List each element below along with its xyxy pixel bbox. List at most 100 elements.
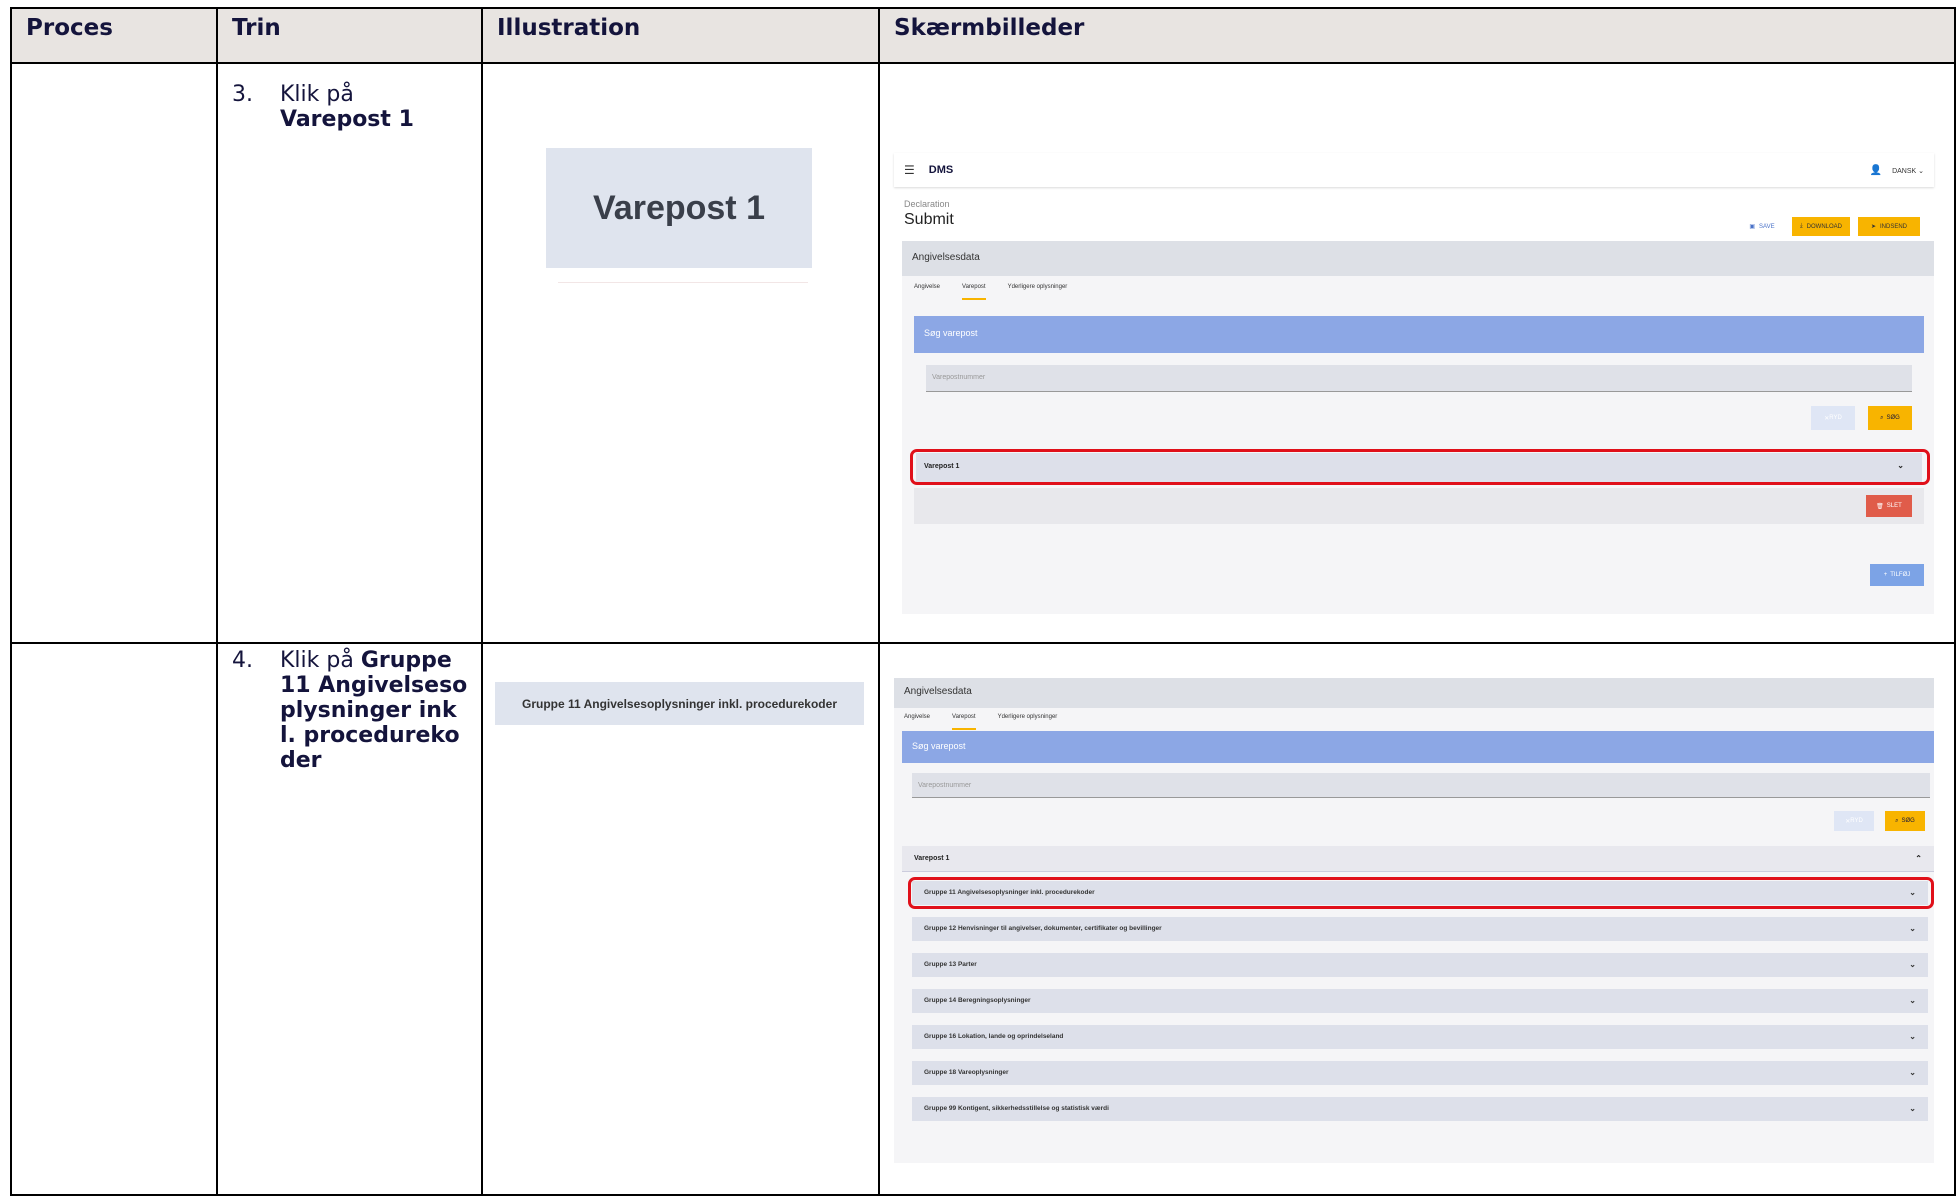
trin-cell: 4. Klik på Gruppe 11 Angivelsesoplysning… [216,642,483,1196]
download-label: DOWNLOAD [1806,223,1842,230]
page-title: Submit [904,211,954,228]
add-label: TILFØJ [1890,572,1911,578]
language-label: DANSK [1892,167,1917,175]
trash-icon: 🗑 [1876,503,1884,510]
tab-varepost[interactable]: Varepost [962,284,986,300]
varepost-number-input[interactable]: Varepostnummer [926,365,1912,392]
search-label: SØG [1886,415,1900,421]
group-item[interactable]: Gruppe 13 Parter ⌄ [912,953,1928,977]
chevron-down-icon: ⌄ [1909,1032,1916,1041]
user-icon: 👤 [1869,164,1883,176]
chevron-down-icon: ⌄ [1909,960,1916,969]
proces-cell [10,62,218,644]
section-header: Angivelsesdata [902,241,1934,276]
search-varepost-header: Søg varepost [914,316,1924,353]
group-label: Gruppe 13 Parter [924,961,977,968]
header-skaermbilleder: Skærmbilleder [878,7,1956,64]
clear-label: RYD [1850,818,1863,824]
table-row: 4. Klik på Gruppe 11 Angivelsesoplysning… [10,642,1956,1196]
send-icon: ➤ [1870,224,1876,230]
highlight-box [910,449,1930,485]
varepost-item-expanded[interactable]: Varepost 1 ⌃ [902,846,1934,872]
app-topbar: ☰ DMS 👤 DANSK ⌄ [894,153,1934,187]
search-icon: ⌕ [1895,817,1899,824]
search-icon: ⌕ [1880,414,1884,421]
screenshot-dms-varepost: ☰ DMS 👤 DANSK ⌄ Declaration Submit ▣ SAVE … [894,153,1934,616]
group-label: Gruppe 16 Lokation, lande og oprindelsel… [924,1033,1064,1040]
clear-button[interactable]: ✕ RYD [1811,406,1855,430]
screenshot-cell: ☰ DMS 👤 DANSK ⌄ Declaration Submit ▣ SAVE … [878,62,1956,644]
illustration-varepost: Varepost 1 [546,148,812,268]
tab-varepost[interactable]: Varepost [952,714,976,730]
instruction-table: Proces Trin Illustration Skærmbilleder 3… [10,7,1956,1196]
varepost-label: Varepost 1 [914,855,950,862]
save-icon: ▣ [1749,224,1756,230]
screenshot-cell: Angivelsesdata Angivelse Varepost Yderli… [878,642,1956,1196]
step-instruction: 3. Klik på Varepost 1 [218,64,481,132]
group-item[interactable]: Gruppe 14 Beregningsoplysninger ⌄ [912,989,1928,1013]
screenshot-dms-groups: Angivelsesdata Angivelse Varepost Yderli… [894,678,1934,1163]
tab-yderligere[interactable]: Yderligere oplysninger [1008,284,1068,300]
save-button[interactable]: ▣ SAVE [1742,217,1782,236]
chevron-down-icon: ⌄ [1909,1068,1916,1077]
clear-label: RYD [1829,415,1842,421]
group-label: Gruppe 99 Kontigent, sikkerhedsstillelse… [924,1105,1109,1112]
group-label: Gruppe 18 Vareoplysninger [924,1069,1009,1076]
search-button[interactable]: ⌕ SØG [1868,406,1912,430]
clear-button[interactable]: ✕ RYD [1834,811,1874,831]
group-label: Gruppe 14 Beregningsoplysninger [924,997,1031,1004]
group-item[interactable]: Gruppe 18 Vareoplysninger ⌄ [912,1061,1928,1085]
highlight-box [908,877,1934,909]
group-label: Gruppe 12 Henvisninger til angivelser, d… [924,925,1162,932]
header-trin: Trin [216,7,483,64]
chevron-down-icon: ⌄ [1909,1104,1916,1113]
download-button[interactable]: ⤓ DOWNLOAD [1792,217,1850,236]
breadcrumb: Declaration [904,199,950,209]
varepost-actions-area [914,488,1924,524]
tab-angivelse[interactable]: Angivelse [914,284,940,300]
step-instruction: 4. Klik på Gruppe 11 Angivelsesoplysning… [218,644,481,773]
step-target: Varepost 1 [280,107,414,132]
group-item[interactable]: Gruppe 99 Kontigent, sikkerhedsstillelse… [912,1097,1928,1121]
chevron-up-icon: ⌃ [1915,854,1922,863]
tab-bar: Angivelse Varepost Yderligere oplysninge… [904,714,1057,730]
step-text: Klik på [280,648,361,673]
step-number: 3. [232,82,253,107]
section-header: Angivelsesdata [894,678,1934,708]
proces-cell [10,642,218,1196]
group-item[interactable]: Gruppe 12 Henvisninger til angivelser, d… [912,917,1928,941]
menu-icon[interactable]: ☰ [904,163,915,177]
illustration-divider [558,282,808,283]
tab-yderligere[interactable]: Yderligere oplysninger [998,714,1058,730]
chevron-down-icon: ⌄ [1909,924,1916,933]
tab-bar: Angivelse Varepost Yderligere oplysninge… [914,284,1067,300]
add-button[interactable]: + TILFØJ [1870,564,1924,586]
tab-angivelse[interactable]: Angivelse [904,714,930,730]
plus-icon: + [1883,572,1888,578]
search-label: SØG [1901,818,1915,824]
section-panel: Angivelse Varepost Yderligere oplysninge… [902,276,1934,614]
delete-label: SLET [1886,503,1902,509]
app-brand: DMS [928,164,954,176]
search-button[interactable]: ⌕ SØG [1885,811,1925,831]
search-varepost-header: Søg varepost [902,731,1934,763]
step-number: 4. [232,648,253,673]
delete-button[interactable]: 🗑 SLET [1866,495,1912,517]
language-selector[interactable]: 👤 DANSK ⌄ [1870,165,1924,176]
send-button[interactable]: ➤ INDSEND [1858,217,1920,236]
varepost-number-input[interactable]: Varepostnummer [912,773,1930,798]
chevron-down-icon: ⌄ [1909,996,1916,1005]
save-label: SAVE [1759,223,1775,230]
illustration-cell: Varepost 1 [481,62,880,644]
send-label: INDSEND [1880,223,1908,230]
table-row: 3. Klik på Varepost 1 Varepost 1 ☰ DMS 👤… [10,62,1956,644]
illustration-cell: Gruppe 11 Angivelsesoplysninger inkl. pr… [481,642,880,1196]
download-icon: ⤓ [1800,223,1803,229]
header-row: Proces Trin Illustration Skærmbilleder [10,7,1956,64]
header-proces: Proces [10,7,218,64]
illustration-gruppe11: Gruppe 11 Angivelsesoplysninger inkl. pr… [495,682,864,725]
step-text: Klik på [280,82,354,107]
trin-cell: 3. Klik på Varepost 1 [216,62,483,644]
group-item[interactable]: Gruppe 16 Lokation, lande og oprindelsel… [912,1025,1928,1049]
header-illustration: Illustration [481,7,880,64]
